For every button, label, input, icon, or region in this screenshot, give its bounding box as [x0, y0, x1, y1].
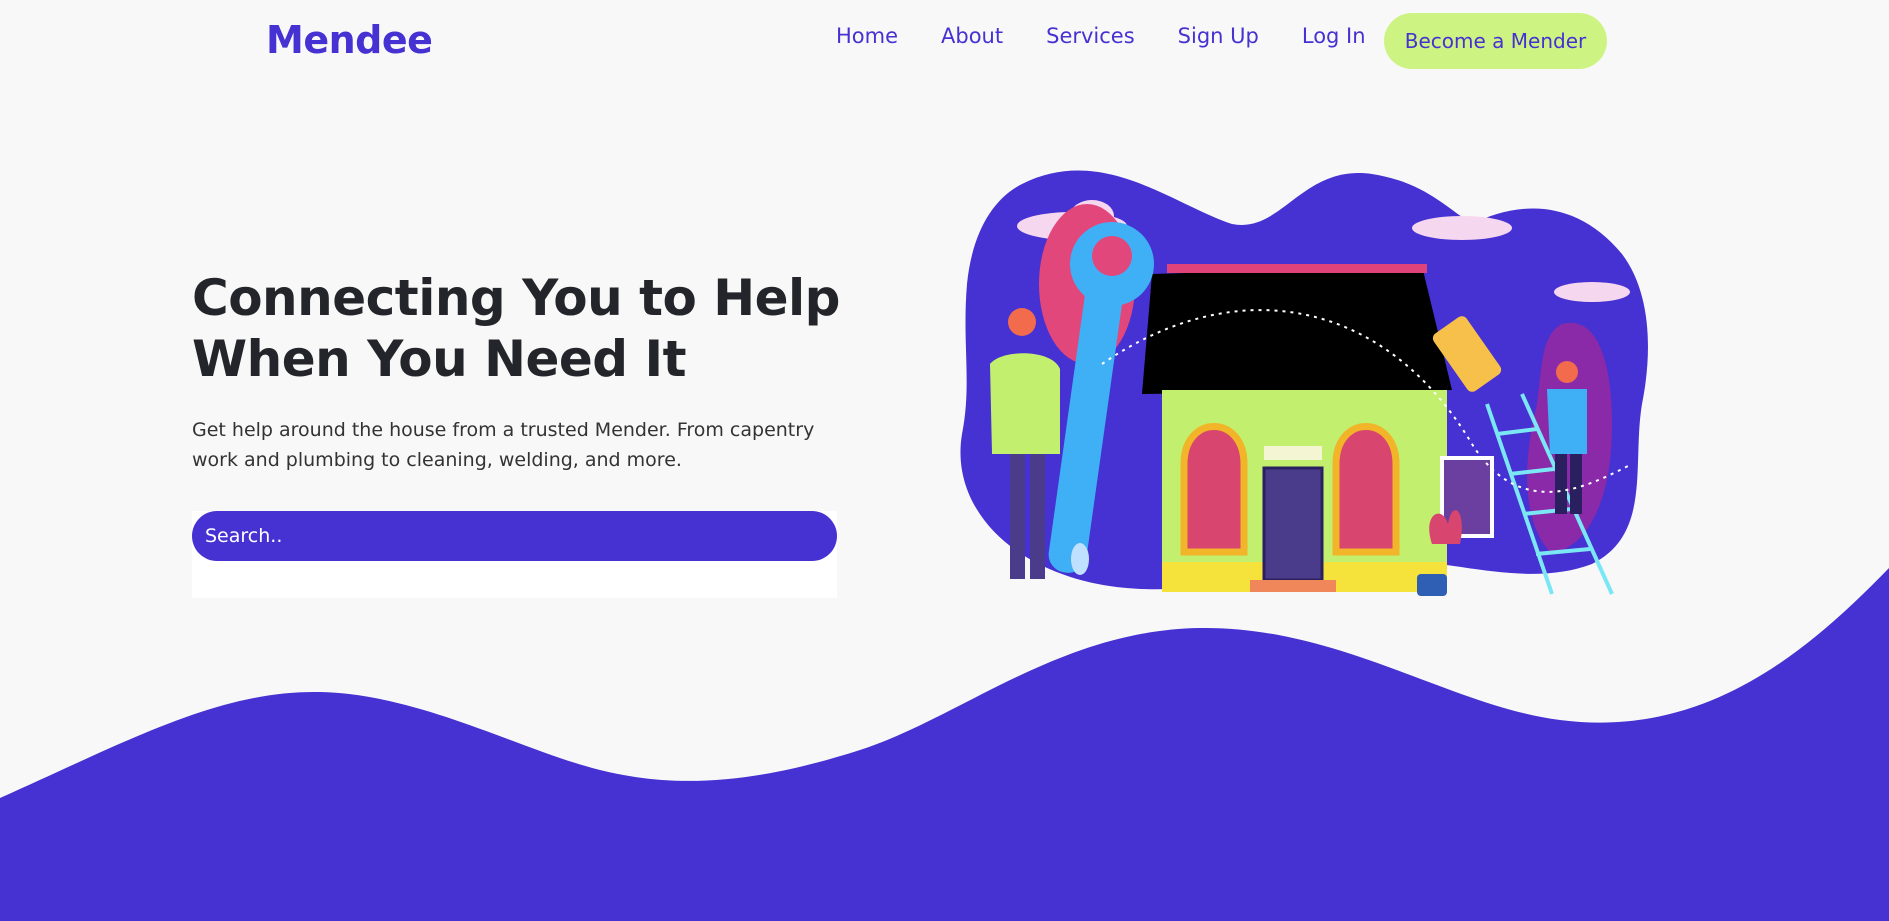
doorstep: [1250, 580, 1336, 592]
roof: [1142, 266, 1452, 394]
nav-link-log-in[interactable]: Log In: [1302, 24, 1366, 48]
hero-subtitle: Get help around the house from a trusted…: [192, 419, 815, 471]
door-sign: [1264, 446, 1322, 460]
window-left: [1180, 423, 1248, 556]
door: [1262, 466, 1324, 582]
search-input[interactable]: [192, 511, 837, 561]
roof-edge: [1167, 264, 1427, 273]
house-illustration: [960, 170, 1648, 596]
nav-link-services[interactable]: Services: [1046, 24, 1135, 48]
top-navbar: Mendee Home About Services Sign Up Log I…: [0, 0, 1889, 82]
bottom-wave: [0, 568, 1889, 921]
hero-title: Connecting You to Help When You Need It: [192, 269, 840, 388]
site-logo[interactable]: Mendee: [266, 18, 433, 62]
become-mender-button[interactable]: Become a Mender: [1384, 13, 1607, 69]
cloud-3: [1412, 216, 1512, 240]
nav-link-about[interactable]: About: [941, 24, 1003, 48]
cloud-4: [1554, 282, 1630, 302]
nav-link-sign-up[interactable]: Sign Up: [1178, 24, 1259, 48]
window-right: [1332, 423, 1400, 556]
nav-links: Home About Services Sign Up Log In: [836, 24, 1409, 48]
nav-link-home[interactable]: Home: [836, 24, 898, 48]
